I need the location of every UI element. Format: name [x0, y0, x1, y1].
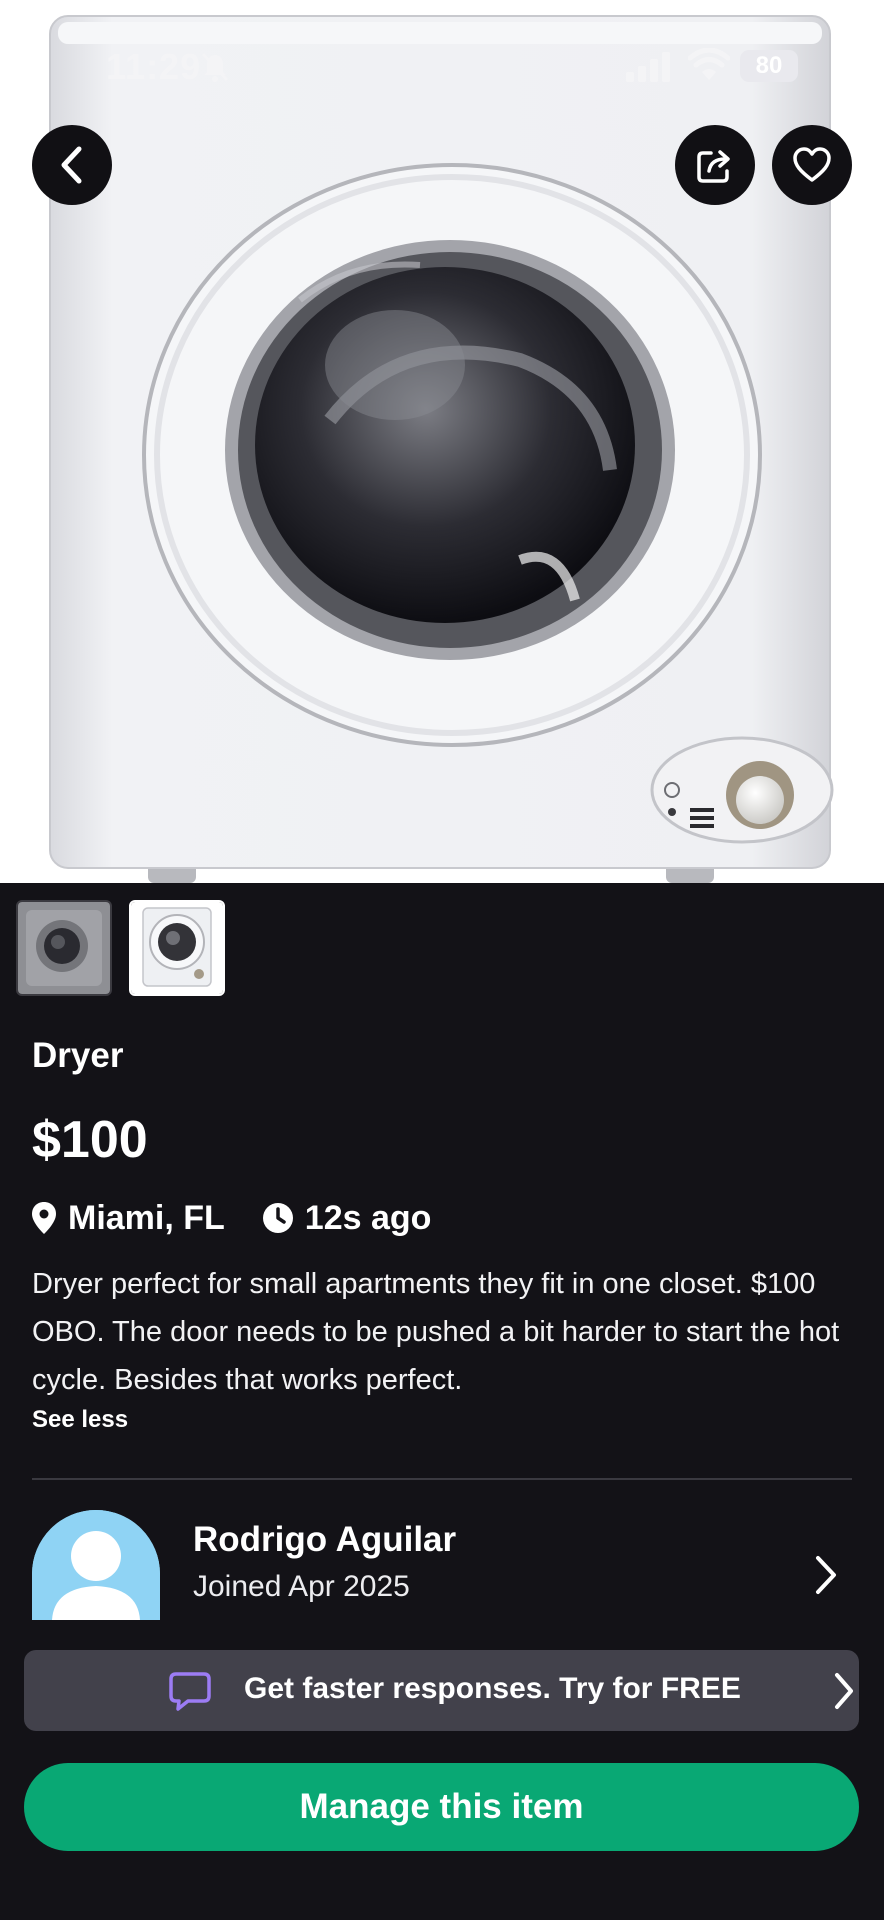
seller-joined-date: Joined Apr 2025 — [193, 1570, 410, 1603]
faster-responses-promo[interactable]: Get faster responses. Try for FREE — [24, 1650, 859, 1731]
battery-indicator: 80 — [740, 50, 798, 82]
avatar — [32, 1510, 160, 1620]
seller-row[interactable]: Rodrigo Aguilar Joined Apr 2025 — [0, 1510, 884, 1620]
favorite-button[interactable] — [772, 125, 852, 205]
promo-text: Get faster responses. Try for FREE — [244, 1672, 741, 1705]
chat-bubble-icon — [169, 1672, 211, 1711]
share-icon — [697, 150, 730, 183]
back-arrow-icon — [61, 146, 82, 184]
heart-icon — [793, 147, 831, 182]
listing-price: $100 — [32, 1111, 148, 1169]
chevron-right-icon — [816, 1556, 836, 1594]
listing-meta: Miami, FL 12s ago — [32, 1196, 431, 1240]
divider — [32, 1478, 852, 1480]
back-button[interactable] — [32, 125, 112, 205]
clock-icon — [262, 1203, 293, 1233]
location-pin-icon — [32, 1202, 56, 1234]
listing-title: Dryer — [32, 1036, 124, 1075]
manage-item-button[interactable]: Manage this item — [24, 1763, 859, 1851]
chevron-right-icon — [835, 1673, 853, 1709]
default-avatar-icon — [32, 1510, 160, 1620]
dryer-photo — [0, 0, 884, 883]
thumbnail-2[interactable] — [129, 900, 225, 996]
photo-thumbnails — [16, 900, 225, 996]
status-time: 11:29 — [106, 46, 202, 87]
listing-photo-gallery[interactable]: 11:29 80 — [0, 0, 884, 883]
dryer-thumbnail-white — [131, 902, 223, 994]
listing-location: Miami, FL — [68, 1198, 225, 1237]
share-button[interactable] — [675, 125, 755, 205]
listing-description: Dryer perfect for small apartments they … — [32, 1268, 840, 1396]
see-less-link[interactable]: See less — [32, 1406, 128, 1434]
status-bar: 11:29 80 — [0, 0, 884, 120]
dryer-thumbnail-gray — [18, 902, 110, 994]
cellular-signal-icon — [626, 52, 670, 82]
listing-posted-time: 12s ago — [304, 1198, 432, 1237]
silent-bell-icon — [201, 52, 229, 82]
thumbnail-1[interactable] — [16, 900, 112, 996]
seller-name: Rodrigo Aguilar — [193, 1520, 457, 1559]
wifi-icon — [688, 48, 730, 80]
